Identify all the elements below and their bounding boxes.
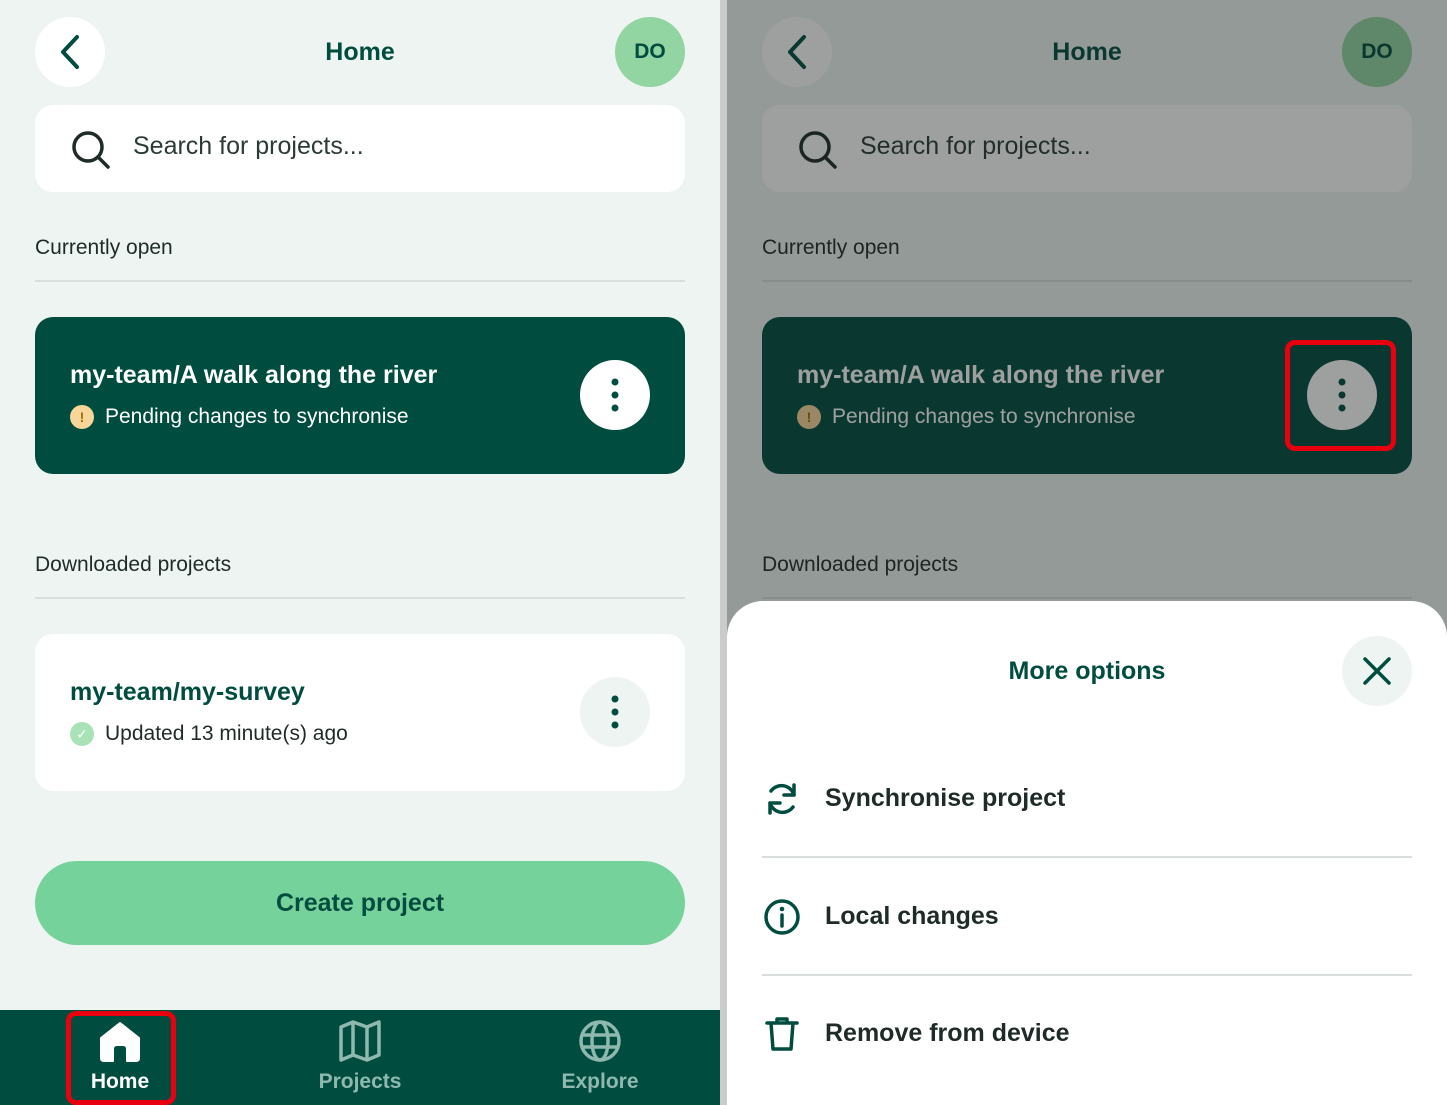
sheet-title: More options [1008,657,1166,685]
project-status: ✓ Updated 13 minute(s) ago [70,722,348,746]
option-label: Remove from device [825,1019,1070,1047]
open-project-card[interactable]: my-team/A walk along the river ! Pending… [35,317,685,474]
project-title: my-team/A walk along the river [70,361,438,389]
divider [35,597,685,599]
check-icon: ✓ [70,722,94,746]
map-icon [339,1020,381,1062]
project-status-text: Pending changes to synchronise [105,405,409,428]
option-label: Synchronise project [825,784,1066,812]
more-vertical-icon [611,378,619,412]
tab-explore[interactable]: Explore [530,1010,670,1105]
option-synchronise[interactable]: Synchronise project [762,740,1412,857]
info-icon [762,897,802,937]
project-status: ! Pending changes to synchronise [70,405,409,429]
trash-icon [762,1014,802,1054]
page-title: Home [325,38,395,66]
create-project-button[interactable]: Create project [35,861,685,945]
project-status-text: Updated 13 minute(s) ago [105,722,348,745]
section-downloaded: Downloaded projects [35,553,232,576]
search-icon [72,131,110,169]
home-screen: Home DO Currently open my-team/A walk al… [0,0,720,1105]
more-options-sheet: More options Synchronise project Local c… [727,601,1447,1105]
search-input[interactable] [133,132,633,161]
tab-label: Explore [561,1070,639,1093]
option-label: Local changes [825,902,999,930]
option-local-changes[interactable]: Local changes [762,858,1412,975]
tab-projects[interactable]: Projects [290,1010,430,1105]
close-icon [1363,657,1391,685]
option-remove-from-device[interactable]: Remove from device [762,975,1412,1092]
home-screen-more-options: Home DO Currently open my-team/A walk al… [727,0,1447,1105]
divider [35,280,685,282]
highlight-box [66,1011,176,1105]
more-options-button[interactable] [580,677,650,747]
avatar[interactable]: DO [615,17,685,87]
top-bar: Home DO [35,17,685,87]
more-vertical-icon [611,695,619,729]
screen-divider [720,0,727,1105]
highlight-box [1285,340,1396,451]
project-title: my-team/my-survey [70,678,305,706]
tab-label: Projects [318,1070,402,1093]
section-currently-open: Currently open [35,236,173,259]
close-button[interactable] [1342,636,1412,706]
sync-icon [762,779,802,819]
warning-icon: ! [70,405,94,429]
more-options-button[interactable] [580,360,650,430]
search-bar[interactable] [35,105,685,192]
globe-icon [579,1020,621,1062]
downloaded-project-card[interactable]: my-team/my-survey ✓ Updated 13 minute(s)… [35,634,685,791]
